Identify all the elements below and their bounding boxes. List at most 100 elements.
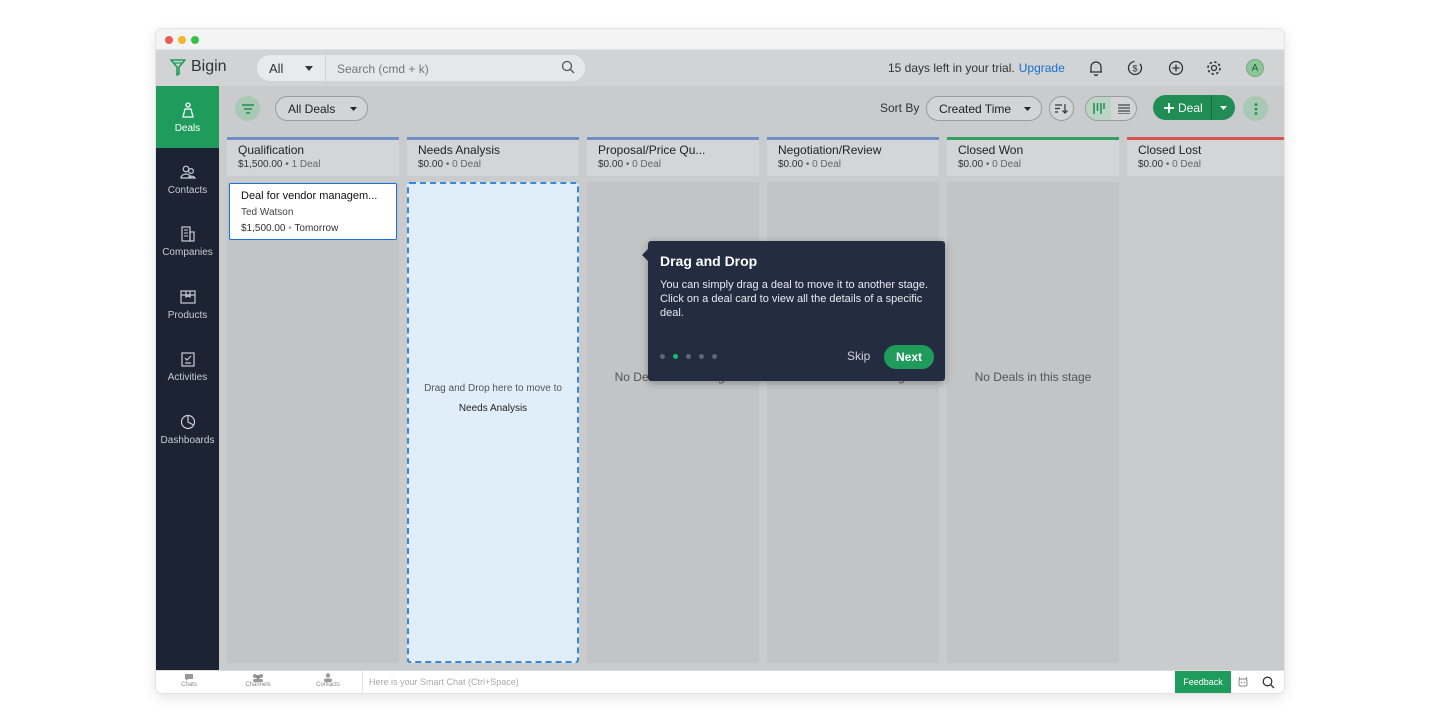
channels-icon bbox=[253, 674, 263, 682]
deal-options-dropdown[interactable] bbox=[1211, 95, 1235, 120]
stage-header[interactable]: Needs Analysis $0.00 • 0 Deal bbox=[407, 137, 579, 176]
caret-down-icon bbox=[350, 106, 357, 111]
plus-icon bbox=[1164, 102, 1174, 113]
filter-button[interactable] bbox=[235, 96, 260, 121]
bell-icon[interactable] bbox=[1087, 59, 1105, 77]
search-scope-dropdown[interactable]: All bbox=[257, 55, 325, 81]
chats-button[interactable]: Chats bbox=[164, 673, 214, 688]
stage-title: Needs Analysis bbox=[418, 143, 501, 157]
chats-label: Chats bbox=[181, 682, 197, 688]
stage-body: Drag and Drop here to move to Needs Anal… bbox=[407, 182, 579, 663]
search-placeholder: Search (cmd + k) bbox=[337, 62, 429, 76]
stage-amount: $0.00 bbox=[418, 159, 444, 170]
stage-title: Closed Lost bbox=[1138, 143, 1202, 157]
stage-column-needs-analysis: Needs Analysis $0.00 • 0 Deal Drag and D… bbox=[407, 137, 579, 663]
sidebar-item-products[interactable]: Products bbox=[156, 273, 219, 335]
sidebar-item-activities[interactable]: Activities bbox=[156, 335, 219, 397]
stage-count: 0 Deal bbox=[812, 159, 841, 170]
user-avatar[interactable]: A bbox=[1246, 59, 1264, 77]
step-dot bbox=[686, 354, 691, 359]
kanban-view-button[interactable] bbox=[1086, 97, 1111, 120]
stage-header[interactable]: Proposal/Price Qu... $0.00 • 0 Deal bbox=[587, 137, 759, 176]
sidebar-item-label: Deals bbox=[174, 122, 201, 134]
drop-zone[interactable]: Drag and Drop here to move to Needs Anal… bbox=[407, 182, 579, 663]
deal-button-label: Deal bbox=[1178, 100, 1203, 115]
billing-icon[interactable]: $ bbox=[1126, 59, 1144, 77]
gear-icon[interactable] bbox=[1205, 59, 1223, 77]
minimize-window-button[interactable] bbox=[178, 36, 186, 44]
upgrade-link[interactable]: Upgrade bbox=[1019, 61, 1065, 75]
sort-field-value: Created Time bbox=[939, 101, 1012, 116]
smart-chat-placeholder: Here is your Smart Chat (Ctrl+Space) bbox=[369, 677, 519, 687]
sort-order-icon bbox=[1055, 104, 1068, 114]
bigin-logo-icon bbox=[170, 59, 186, 76]
stage-header[interactable]: Closed Won $0.00 • 0 Deal bbox=[947, 137, 1119, 176]
search-icon[interactable] bbox=[561, 60, 575, 74]
feedback-button[interactable]: Feedback bbox=[1175, 671, 1231, 693]
stage-header[interactable]: Closed Lost $0.00 • 0 Deal bbox=[1127, 137, 1284, 176]
trial-notice: 15 days left in your trial. Upgrade bbox=[888, 61, 1065, 75]
step-dot bbox=[660, 354, 665, 359]
close-window-button[interactable] bbox=[165, 36, 173, 44]
tooltip-step-indicator bbox=[660, 354, 717, 359]
app-name: Bigin bbox=[191, 58, 227, 75]
sort-order-button[interactable] bbox=[1049, 96, 1074, 121]
channels-label: Channels bbox=[245, 682, 271, 688]
sort-field-dropdown[interactable]: Created Time bbox=[926, 96, 1042, 121]
sidebar-item-label: Companies bbox=[162, 246, 213, 258]
sidebar-item-label: Contacts bbox=[167, 184, 208, 196]
stage-summary: $0.00 • 0 Deal bbox=[598, 159, 661, 170]
notification-bot-icon[interactable] bbox=[1237, 676, 1249, 688]
products-icon bbox=[179, 289, 196, 304]
sidebar-item-label: Activities bbox=[167, 371, 208, 383]
caret-down-icon bbox=[1220, 105, 1227, 110]
smart-chat-input[interactable]: Here is your Smart Chat (Ctrl+Space) bbox=[362, 671, 1175, 693]
chat-icon bbox=[185, 674, 193, 681]
caret-down-icon bbox=[305, 65, 313, 71]
stage-column-proposal: Proposal/Price Qu... $0.00 • 0 Deal No D… bbox=[587, 137, 759, 663]
deal-contact: Ted Watson bbox=[241, 207, 294, 218]
sidebar-item-label: Products bbox=[167, 309, 208, 321]
sidebar-item-companies[interactable]: Companies bbox=[156, 210, 219, 272]
tooltip-body: You can simply drag a deal to move it to… bbox=[660, 279, 929, 319]
top-header: Bigin All Search (cmd + k) 15 days left … bbox=[156, 50, 1284, 86]
sidebar-item-label: Dashboards bbox=[160, 434, 215, 446]
tooltip-next-button[interactable]: Next bbox=[884, 345, 934, 369]
channels-button[interactable]: Channels bbox=[233, 673, 283, 688]
stage-count: 0 Deal bbox=[992, 159, 1021, 170]
tooltip-skip-button[interactable]: Skip bbox=[847, 349, 870, 363]
step-dot bbox=[699, 354, 704, 359]
contacts-label: Contacts bbox=[316, 682, 340, 688]
stage-header[interactable]: Negotiation/Review $0.00 • 0 Deal bbox=[767, 137, 939, 176]
view-toggle bbox=[1085, 96, 1137, 121]
sidebar-item-deals[interactable]: Deals bbox=[156, 86, 219, 148]
pipeline-toolbar: All Deals Sort By Created Time Deal bbox=[219, 86, 1284, 130]
stage-title: Closed Won bbox=[958, 143, 1024, 157]
deal-due: Tomorrow bbox=[294, 223, 339, 234]
deal-card[interactable]: Deal for vendor managem... Ted Watson $1… bbox=[229, 183, 397, 240]
search-input[interactable]: Search (cmd + k) bbox=[325, 55, 585, 81]
stage-title: Negotiation/Review bbox=[778, 143, 882, 157]
more-options-button[interactable] bbox=[1243, 96, 1268, 121]
maximize-window-button[interactable] bbox=[191, 36, 199, 44]
caret-down-icon bbox=[1024, 106, 1031, 111]
stage-amount: $1,500.00 bbox=[238, 159, 283, 170]
add-circle-icon[interactable] bbox=[1167, 59, 1185, 77]
app-logo[interactable]: Bigin bbox=[170, 58, 227, 76]
stage-header[interactable]: Qualification $1,500.00 • 1 Deal bbox=[227, 137, 399, 176]
search-icon[interactable] bbox=[1262, 676, 1275, 689]
add-deal-button[interactable]: Deal bbox=[1153, 101, 1211, 115]
sidebar-item-dashboards[interactable]: Dashboards bbox=[156, 398, 219, 460]
svg-text:$: $ bbox=[1132, 64, 1137, 74]
stage-body: No Deals in this stage bbox=[947, 182, 1119, 663]
view-selector-dropdown[interactable]: All Deals bbox=[275, 96, 368, 121]
sidebar-item-contacts[interactable]: Contacts bbox=[156, 148, 219, 210]
stage-column-closed-lost: Closed Lost $0.00 • 0 Deal No Deals in t… bbox=[1127, 137, 1284, 176]
create-deal-button[interactable]: Deal bbox=[1153, 95, 1235, 120]
stage-count: 0 Deal bbox=[632, 159, 661, 170]
contacts-chat-button[interactable]: Contacts bbox=[303, 673, 353, 688]
tooltip-title: Drag and Drop bbox=[660, 253, 758, 269]
list-view-button[interactable] bbox=[1111, 97, 1136, 120]
stage-column-qualification: Qualification $1,500.00 • 1 Deal Deal fo… bbox=[227, 137, 399, 663]
list-icon bbox=[1117, 103, 1130, 114]
